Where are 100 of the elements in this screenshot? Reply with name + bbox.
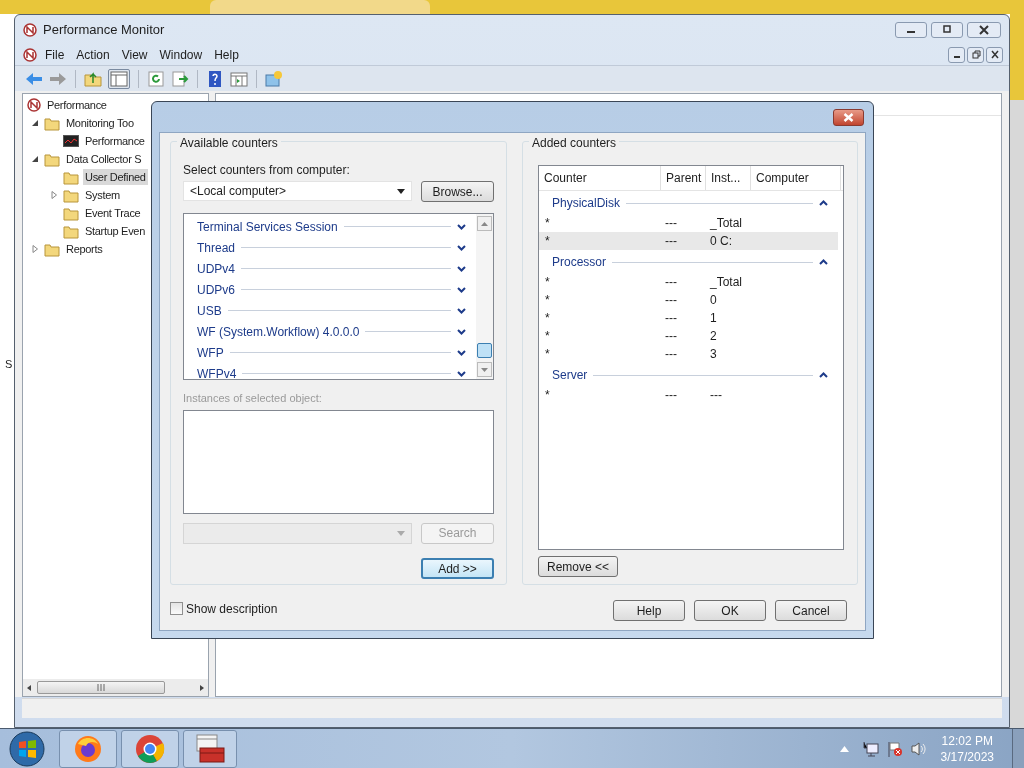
- tree-item[interactable]: Reports: [64, 240, 105, 258]
- tree-item[interactable]: Data Collector S: [64, 150, 144, 168]
- table-cell: *: [545, 311, 550, 325]
- counter-row[interactable]: * --- 0: [539, 291, 838, 309]
- checkbox[interactable]: [170, 602, 183, 615]
- taskbar-button[interactable]: [121, 729, 179, 768]
- table-cell: *: [545, 234, 550, 248]
- folder-up-icon[interactable]: [84, 69, 102, 88]
- remove-button[interactable]: Remove <<: [538, 556, 618, 577]
- minimize-button[interactable]: [895, 22, 927, 38]
- counter-object[interactable]: USB: [197, 301, 222, 320]
- show-desktop-button[interactable]: [1012, 728, 1024, 768]
- dialog-button[interactable]: OK: [694, 600, 766, 621]
- down-arrow-icon: [481, 367, 488, 372]
- counter-row[interactable]: * --- 2: [539, 327, 838, 345]
- instances-list[interactable]: [183, 409, 494, 514]
- collapsed-triangle-icon[interactable]: [50, 191, 58, 199]
- window-star-icon[interactable]: [265, 69, 283, 88]
- tree-item[interactable]: Performance: [45, 96, 109, 114]
- collapsed-triangle-icon[interactable]: [31, 245, 39, 253]
- mdi-minimize-button[interactable]: [948, 47, 965, 63]
- tree-item[interactable]: Event Trace: [83, 204, 143, 222]
- chevron-down-icon[interactable]: [457, 286, 466, 293]
- counter-object[interactable]: Terminal Services Session: [197, 217, 338, 236]
- tree-item[interactable]: System: [83, 186, 122, 204]
- column-header[interactable]: Parent: [661, 166, 706, 190]
- add-button[interactable]: Add >>: [421, 557, 494, 579]
- counter-object[interactable]: WFPv4: [197, 364, 237, 379]
- menu-item[interactable]: Action: [70, 46, 116, 64]
- checkbox-label[interactable]: Show description: [186, 599, 278, 618]
- column-header[interactable]: Computer: [751, 166, 841, 190]
- scroll-up-button[interactable]: [477, 216, 492, 231]
- close-button[interactable]: [833, 108, 864, 126]
- scrollbar-thumb[interactable]: [37, 681, 165, 694]
- menu-item[interactable]: Help: [208, 46, 245, 64]
- horizontal-scrollbar[interactable]: [23, 679, 208, 696]
- counter-object[interactable]: Thread: [197, 238, 236, 257]
- help-icon[interactable]: [206, 69, 224, 88]
- expanded-triangle-icon[interactable]: [31, 119, 39, 127]
- mdi-restore-button[interactable]: [967, 47, 984, 63]
- refresh-icon[interactable]: [147, 69, 165, 88]
- flag-warning-icon[interactable]: [886, 740, 903, 757]
- no-sign-icon: [23, 48, 37, 62]
- chevron-down-icon[interactable]: [457, 244, 466, 251]
- menu-item[interactable]: File: [39, 46, 71, 64]
- scroll-right-icon[interactable]: [198, 683, 206, 692]
- counter-row[interactable]: * --- _Total: [539, 273, 838, 291]
- start-button-icon[interactable]: [7, 729, 47, 768]
- chevron-down-icon[interactable]: [457, 349, 466, 356]
- counter-object[interactable]: WF (System.Workflow) 4.0.0.0: [197, 322, 360, 341]
- chevron-up-icon[interactable]: [819, 200, 828, 206]
- menu-item[interactable]: Window: [153, 46, 209, 64]
- scroll-down-button[interactable]: [477, 362, 492, 377]
- chevron-down-icon[interactable]: [457, 307, 466, 314]
- column-header[interactable]: Inst...: [706, 166, 751, 190]
- counter-row[interactable]: * --- 1: [539, 309, 838, 327]
- counter-row[interactable]: * --- ---: [539, 386, 838, 404]
- column-header[interactable]: Counter: [539, 166, 661, 190]
- counter-object[interactable]: UDPv6: [197, 280, 235, 299]
- close-button[interactable]: [967, 22, 1001, 38]
- table-cell: 1: [710, 311, 717, 325]
- chevron-down-icon[interactable]: [457, 223, 466, 230]
- table-cell: 3: [710, 347, 717, 361]
- chevron-down-icon[interactable]: [457, 328, 466, 335]
- tree-item[interactable]: Performance: [83, 132, 147, 150]
- browse-button[interactable]: Browse...: [421, 181, 494, 202]
- chevron-up-icon[interactable]: [819, 259, 828, 265]
- group-header[interactable]: PhysicalDisk: [552, 194, 620, 212]
- taskbar-button[interactable]: [59, 729, 117, 768]
- chevron-up-icon[interactable]: [819, 372, 828, 378]
- tree-item[interactable]: Startup Even: [83, 222, 147, 240]
- maximize-button[interactable]: [931, 22, 963, 38]
- counter-row[interactable]: * --- 0 C:: [539, 232, 838, 250]
- counter-row[interactable]: * --- _Total: [539, 214, 838, 232]
- group-header[interactable]: Processor: [552, 253, 607, 271]
- menu-item[interactable]: View: [115, 46, 154, 64]
- tree-item[interactable]: Monitoring Too: [64, 114, 136, 132]
- scroll-left-icon[interactable]: [25, 683, 33, 692]
- taskbar-button[interactable]: [183, 729, 237, 768]
- group-header[interactable]: Server: [552, 366, 588, 384]
- counter-object[interactable]: UDPv4: [197, 259, 235, 278]
- computer-dropdown[interactable]: <Local computer>: [183, 181, 412, 201]
- close-icon: [843, 112, 854, 122]
- chevron-down-icon[interactable]: [457, 265, 466, 272]
- tree-item[interactable]: User Defined: [83, 168, 148, 186]
- speaker-icon[interactable]: [910, 740, 927, 757]
- dialog-button[interactable]: Help: [613, 600, 685, 621]
- expanded-triangle-icon[interactable]: [31, 155, 39, 163]
- counter-row[interactable]: * --- 3: [539, 345, 838, 363]
- dialog-button[interactable]: Cancel: [775, 600, 847, 621]
- export-icon[interactable]: [171, 69, 189, 88]
- chevron-down-icon[interactable]: [457, 370, 466, 377]
- table-cell: *: [545, 216, 550, 230]
- show-pane-icon[interactable]: [108, 68, 130, 89]
- counter-object[interactable]: WFP: [197, 343, 224, 362]
- scrollbar-thumb[interactable]: [477, 343, 492, 358]
- vertical-scrollbar[interactable]: [476, 214, 493, 379]
- panel-icon[interactable]: [230, 69, 248, 88]
- network-icon[interactable]: [862, 740, 879, 757]
- mdi-close-button[interactable]: [986, 47, 1003, 63]
